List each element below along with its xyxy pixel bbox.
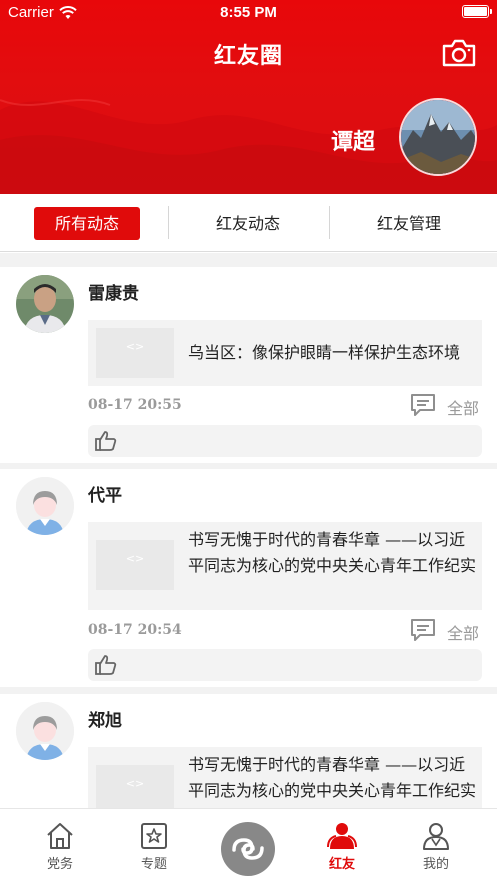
house-icon <box>47 823 73 849</box>
article-title: 乌当区：像保护眼睛一样保护生态环境 <box>188 343 461 362</box>
article-title: 书写无愧于时代的青春华章 ——以习近平同志为核心的党中央关心青年工作纪实 <box>188 755 477 800</box>
page-title: 红友圈 <box>213 43 283 69</box>
swirl-logo-icon <box>232 838 264 860</box>
comment-icon[interactable] <box>410 393 436 417</box>
activity-feed: 雷康贵 <> 乌当区：像保护眼睛一样保护生态环境 08-17 20:55 全部 <box>0 253 497 808</box>
author-name[interactable]: 代平 <box>88 481 122 506</box>
camera-icon[interactable] <box>441 38 477 68</box>
feed-post: 郑旭 <> 书写无愧于时代的青春华章 ——以习近平同志为核心的党中央关心青年工作… <box>0 694 497 808</box>
tabbar-item-red-friends[interactable]: 红友 <box>312 821 372 872</box>
bottom-tab-bar: 党务 专题 红友 我的 <box>0 808 497 883</box>
default-avatar-icon <box>16 702 74 760</box>
tabbar-label: 专题 <box>140 857 167 872</box>
person-icon <box>423 823 449 850</box>
view-all-link[interactable]: 全部 <box>447 395 479 419</box>
person-photo <box>16 275 74 333</box>
profile-avatar[interactable] <box>399 98 477 176</box>
like-bar[interactable] <box>88 425 482 457</box>
center-logo-button[interactable] <box>221 822 275 876</box>
shared-article-card[interactable]: <> 书写无愧于时代的青春华章 ——以习近平同志为核心的党中央关心青年工作纪实 <box>88 747 482 808</box>
feed-post: 雷康贵 <> 乌当区：像保护眼睛一样保护生态环境 08-17 20:55 全部 <box>0 267 497 463</box>
tabbar-label: 红友 <box>328 857 355 872</box>
article-thumbnail: <> <box>96 765 174 808</box>
code-icon: <> <box>125 777 145 790</box>
view-all-link[interactable]: 全部 <box>447 620 479 644</box>
code-icon: <> <box>125 552 145 565</box>
tab-all-activity[interactable]: 所有动态 <box>34 207 140 240</box>
code-icon: <> <box>125 340 145 353</box>
status-bar: Carrier 8:55 PM <box>0 0 497 26</box>
article-thumbnail: <> <box>96 540 174 590</box>
author-name[interactable]: 雷康贵 <box>88 279 139 304</box>
thumbs-up-icon[interactable] <box>94 654 118 676</box>
tabbar-label: 我的 <box>422 857 449 872</box>
tabbar-item-mine[interactable]: 我的 <box>406 821 466 872</box>
feed-post: 代平 <> 书写无愧于时代的青春华章 ——以习近平同志为核心的党中央关心青年工作… <box>0 469 497 687</box>
author-name[interactable]: 郑旭 <box>88 706 122 731</box>
tabbar-item-topics[interactable]: 专题 <box>124 821 184 872</box>
tabbar-label: 党务 <box>46 857 73 872</box>
author-avatar[interactable] <box>16 275 74 333</box>
thumbs-up-icon[interactable] <box>94 430 118 452</box>
comment-icon[interactable] <box>410 618 436 642</box>
tab-divider <box>168 206 169 239</box>
like-bar[interactable] <box>88 649 482 681</box>
author-avatar[interactable] <box>16 477 74 535</box>
article-thumbnail: <> <box>96 328 174 378</box>
people-icon <box>327 823 357 849</box>
post-time: 08-17 20:55 <box>88 397 182 413</box>
default-avatar-icon <box>16 477 74 535</box>
profile-username[interactable]: 谭超 <box>331 124 375 156</box>
filter-tabs: 所有动态 红友动态 红友管理 <box>0 194 497 252</box>
tabbar-item-party-affairs[interactable]: 党务 <box>30 821 90 872</box>
author-avatar[interactable] <box>16 702 74 760</box>
status-time: 8:55 PM <box>220 4 277 21</box>
post-time: 08-17 20:54 <box>88 622 182 638</box>
shared-article-card[interactable]: <> 乌当区：像保护眼睛一样保护生态环境 <box>88 320 482 386</box>
shared-article-card[interactable]: <> 书写无愧于时代的青春华章 ——以习近平同志为核心的党中央关心青年工作纪实 <box>88 522 482 610</box>
tab-friend-activity[interactable]: 红友动态 <box>195 207 301 240</box>
star-badge-icon <box>141 823 167 849</box>
tab-friend-management[interactable]: 红友管理 <box>356 207 462 240</box>
header: Carrier 8:55 PM 红友圈 谭超 <box>0 0 497 194</box>
tab-divider <box>329 206 330 239</box>
battery-icon <box>462 5 492 18</box>
article-title: 书写无愧于时代的青春华章 ——以习近平同志为核心的党中央关心青年工作纪实 <box>188 530 477 575</box>
